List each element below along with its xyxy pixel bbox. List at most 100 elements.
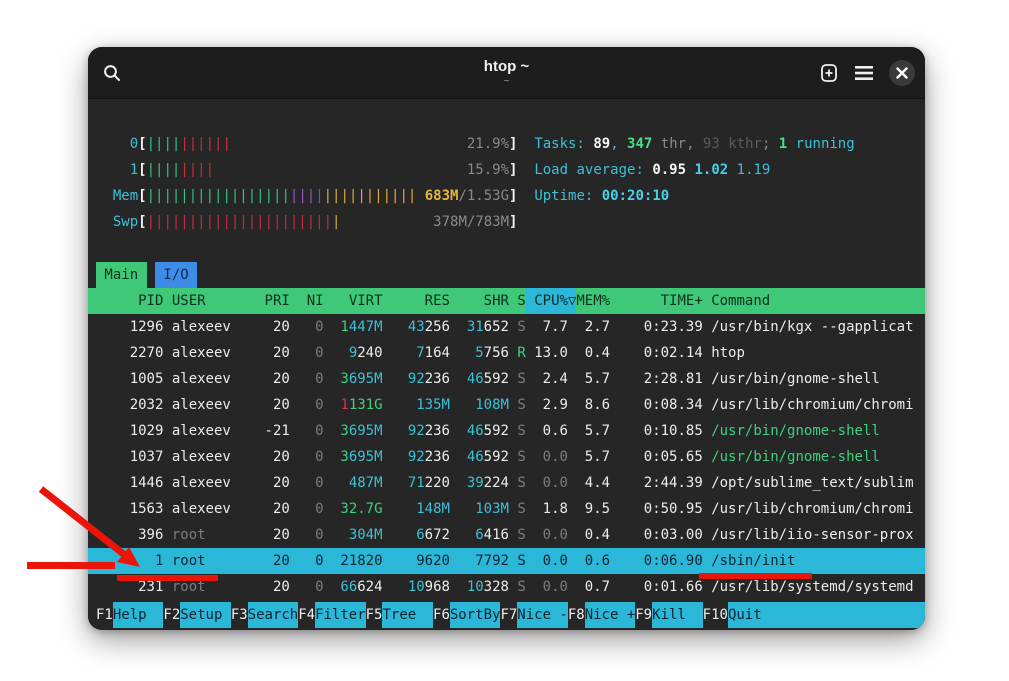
fnbutton-help[interactable]: Help — [113, 602, 164, 628]
cell-virt: 1131G — [324, 392, 383, 418]
cell-command: /opt/sublime_text/sublim — [703, 470, 925, 496]
cell-ni: 0 — [290, 366, 324, 392]
tab-io[interactable]: I/O — [155, 262, 197, 288]
menu-icon[interactable] — [855, 66, 873, 80]
cell-cpu: 2.4 — [526, 366, 568, 392]
column-header-shr[interactable]: SHR — [450, 288, 509, 314]
cell-cpu: 0.0 — [526, 522, 568, 548]
process-row[interactable]: 1029alexeev-2103695M9223646592S0.6 5.70:… — [88, 418, 925, 444]
cell-state: S — [509, 366, 526, 392]
cell-cpu: 7.7 — [526, 314, 568, 340]
cell-user: alexeev — [163, 392, 247, 418]
cell-virt: 66624 — [324, 574, 383, 600]
cell-ni: 0 — [290, 522, 324, 548]
fnbutton-filter[interactable]: Filter — [315, 602, 366, 628]
column-header-res[interactable]: RES — [383, 288, 450, 314]
fnkey-f9[interactable]: F9 — [635, 602, 652, 628]
meter-bracket-open: [ — [138, 136, 146, 152]
process-row[interactable]: 1446alexeev200487M7122039224S0.0 4.42:44… — [88, 470, 925, 496]
cell-res: 9620 — [383, 548, 450, 574]
cell-time: 0:10.85 — [610, 418, 703, 444]
fnbutton-sortby[interactable]: SortBy — [450, 602, 501, 628]
meter-cpu0: 0[||||||||||21.9%] Tasks: 89, 347 thr, 9… — [94, 131, 919, 157]
column-header-time[interactable]: TIME+ — [610, 288, 703, 314]
fnkey-f6[interactable]: F6 — [433, 602, 450, 628]
cell-user: alexeev — [163, 470, 247, 496]
function-key-bar: F1Help F2Setup F3SearchF4FilterF5Tree F6… — [88, 602, 925, 628]
new-tab-icon[interactable] — [819, 63, 839, 83]
fnkey-f7[interactable]: F7 — [500, 602, 517, 628]
cell-user: alexeev — [163, 444, 247, 470]
fnkey-f8[interactable]: F8 — [568, 602, 585, 628]
cell-virt: 487M — [324, 470, 383, 496]
cell-state: S — [509, 522, 526, 548]
cell-pid: 396 — [96, 522, 163, 548]
meter-value: 21.9% — [467, 131, 509, 157]
cell-cpu: 0.0 — [526, 574, 568, 600]
column-header-mem[interactable]: MEM% — [576, 288, 610, 314]
summary-line: Load average: 0.95 1.02 1.19 — [534, 162, 770, 178]
fnbutton-search[interactable]: Search — [248, 602, 299, 628]
cell-pri: 20 — [248, 314, 290, 340]
fnkey-f5[interactable]: F5 — [366, 602, 383, 628]
cell-state: S — [509, 574, 526, 600]
column-header-pri[interactable]: PRI — [248, 288, 290, 314]
process-row[interactable]: 2032alexeev2001131G135M108MS2.9 8.60:08.… — [88, 392, 925, 418]
cell-shr: 39224 — [450, 470, 509, 496]
column-header-command[interactable]: Command — [703, 288, 925, 314]
fnbutton-nice+[interactable]: Nice + — [585, 602, 636, 628]
process-row[interactable]: 1037alexeev2003695M9223646592S0.0 5.70:0… — [88, 444, 925, 470]
column-header-virt[interactable]: VIRT — [324, 288, 383, 314]
fnbutton-tree[interactable]: Tree — [382, 602, 433, 628]
meter-label: 1 — [96, 162, 138, 178]
process-row[interactable]: 2270alexeev200924071645756R13.0 0.40:02.… — [88, 340, 925, 366]
cell-pri: 20 — [248, 574, 290, 600]
column-header-cpu[interactable]: CPU% — [526, 288, 568, 314]
cell-res: 92236 — [383, 418, 450, 444]
cell-ni: 0 — [290, 574, 324, 600]
cell-ni: 0 — [290, 470, 324, 496]
meter-bars: |||||||||||||||||||||||378M/783M — [147, 209, 509, 235]
cell-time: 0:03.00 — [610, 522, 703, 548]
process-row[interactable]: 231root200666241096810328S0.0 0.70:01.66… — [88, 574, 925, 600]
tab-main[interactable]: Main — [96, 262, 147, 288]
fnkey-f10[interactable]: F10 — [703, 602, 728, 628]
cell-virt: 3695M — [324, 366, 383, 392]
column-header-pid[interactable]: PID — [96, 288, 163, 314]
cell-pri: 20 — [248, 470, 290, 496]
process-row[interactable]: 396root200304M66726416S0.0 0.40:03.00/us… — [88, 522, 925, 548]
process-row[interactable]: 1005alexeev2003695M9223646592S2.4 5.72:2… — [88, 366, 925, 392]
cell-pid: 1029 — [96, 418, 163, 444]
fnkey-f4[interactable]: F4 — [298, 602, 315, 628]
cell-mem: 2.7 — [576, 314, 610, 340]
column-header-s[interactable]: S — [509, 288, 526, 314]
fnbutton-kill[interactable]: Kill — [652, 602, 703, 628]
cell-ni: 0 — [290, 548, 324, 574]
process-row[interactable]: 1296alexeev2001447M4325631652S7.7 2.70:2… — [88, 314, 925, 340]
fnbutton-setup[interactable]: Setup — [180, 602, 231, 628]
cell-time: 0:23.39 — [610, 314, 703, 340]
fnkey-f1[interactable]: F1 — [96, 602, 113, 628]
cell-shr: 10328 — [450, 574, 509, 600]
cell-user: alexeev — [163, 366, 247, 392]
meter-label: 0 — [96, 136, 138, 152]
column-header-user[interactable]: USER — [163, 288, 247, 314]
fnbutton-quit[interactable]: Quit — [728, 602, 925, 628]
fnkey-f3[interactable]: F3 — [231, 602, 248, 628]
fnbutton-nice[interactable]: Nice - — [517, 602, 568, 628]
cell-command: /usr/lib/systemd/systemd — [703, 574, 925, 600]
cell-shr: 108M — [450, 392, 509, 418]
cell-pri: 20 — [248, 548, 290, 574]
cell-command: /usr/bin/gnome-shell — [703, 366, 925, 392]
cell-mem: 4.4 — [576, 470, 610, 496]
column-header-ni[interactable]: NI — [290, 288, 324, 314]
cell-virt: 32.7G — [324, 496, 383, 522]
process-row[interactable]: 1563alexeev20032.7G148M103MS1.8 9.50:50.… — [88, 496, 925, 522]
process-row-selected[interactable]: 1root2002182096207792S0.0 0.60:06.90/sbi… — [88, 548, 925, 574]
window-title: htop ~ — [484, 58, 529, 75]
fnkey-f2[interactable]: F2 — [163, 602, 180, 628]
close-icon[interactable] — [889, 60, 915, 86]
search-icon[interactable] — [102, 63, 122, 83]
cell-command: /usr/bin/kgx --gapplicat — [703, 314, 925, 340]
cell-pri: -21 — [248, 418, 290, 444]
